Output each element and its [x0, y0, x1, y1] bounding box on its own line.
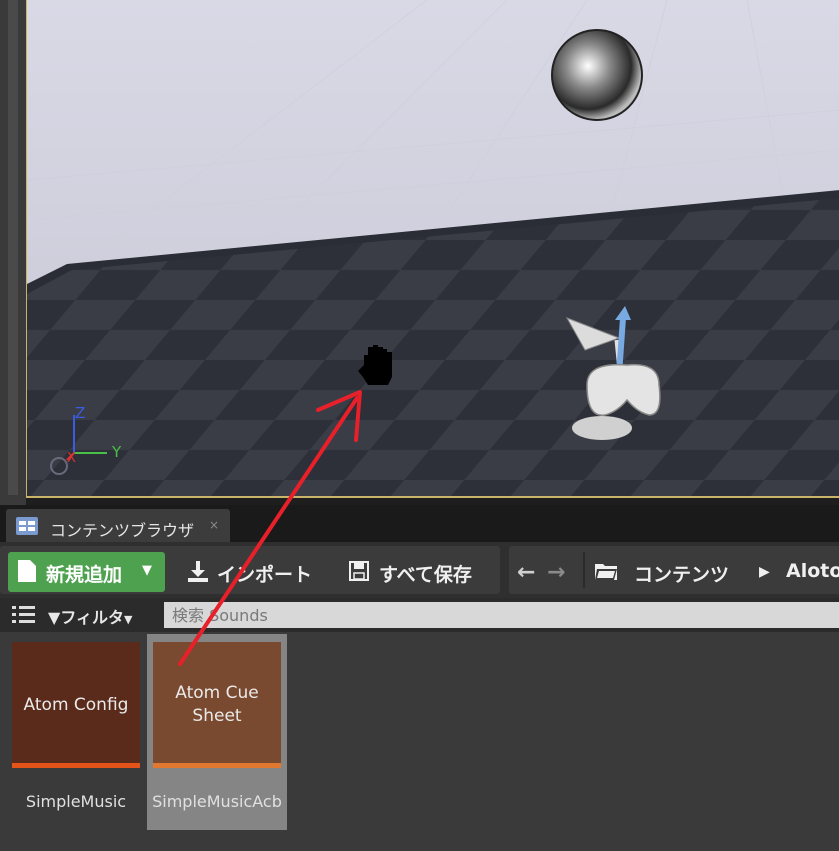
chevron-down-icon: ▼	[142, 563, 152, 578]
asset-view[interactable]: Atom Config SimpleMusic Atom Cue Sheet S…	[0, 632, 839, 851]
save-icon	[349, 561, 369, 581]
viewport-frame[interactable]: Z Y X	[26, 0, 839, 498]
chevron-down-icon: ▼	[124, 613, 133, 626]
back-arrow-icon[interactable]: ←	[517, 560, 535, 585]
save-all-label: すべて保存	[379, 564, 472, 586]
tab-close-icon[interactable]: ×	[209, 518, 219, 532]
folder-open-icon	[595, 564, 617, 580]
asset-tile[interactable]: Atom Cue Sheet SimpleMusicAcb	[147, 634, 287, 830]
svg-text:Z: Z	[75, 404, 85, 422]
sources-panel-toggle-icon[interactable]	[12, 605, 36, 625]
filter-button[interactable]: ▼フィルタ▼	[48, 604, 132, 628]
add-new-label: 新規追加	[46, 564, 123, 586]
breadcrumb-aloto[interactable]: Aloto	[786, 560, 839, 582]
asset-thumbnail: Atom Config	[12, 642, 140, 768]
asset-thumbnail: Atom Cue Sheet	[153, 642, 281, 768]
level-viewport[interactable]: Z Y X	[0, 0, 839, 505]
asset-name: SimpleMusicAcb	[152, 792, 282, 811]
content-browser-toolbar: 新規追加 ▼ インポート すべて保存 ← → コンテンツ ▶ Aloto	[0, 542, 839, 598]
asset-type-bar	[153, 763, 281, 768]
toolbar-divider	[583, 552, 585, 588]
viewport-side-panel	[0, 0, 26, 505]
sphere-reflection-capture[interactable]	[551, 29, 643, 121]
save-all-button[interactable]: すべて保存	[349, 552, 494, 592]
search-input[interactable]	[164, 602, 839, 628]
asset-name: SimpleMusic	[25, 792, 127, 811]
svg-text:Y: Y	[111, 443, 122, 461]
filter-bar: ▼フィルタ▼	[0, 598, 839, 632]
tab-label: コンテンツブラウザ	[50, 521, 195, 540]
content-browser-icon	[16, 517, 38, 535]
breadcrumb-chevron-icon[interactable]: ▶	[759, 564, 770, 580]
filter-label: フィルタ	[60, 608, 124, 627]
forward-arrow-icon[interactable]: →	[547, 560, 565, 585]
viewport-scene: Z Y X	[27, 0, 839, 496]
asset-tile[interactable]: Atom Config SimpleMusic	[6, 634, 146, 830]
new-file-icon	[18, 560, 36, 582]
asset-type-bar	[12, 763, 140, 768]
navigation-group: ← → コンテンツ ▶ Aloto	[509, 546, 839, 594]
import-button[interactable]: インポート	[187, 552, 327, 592]
download-icon	[188, 561, 208, 582]
funnel-icon: ▼	[48, 608, 61, 627]
tab-content-browser[interactable]: コンテンツブラウザ ×	[6, 509, 230, 542]
toolbar-actions-group: 新規追加 ▼ インポート すべて保存	[0, 546, 500, 594]
import-label: インポート	[217, 564, 313, 586]
svg-text:X: X	[67, 451, 76, 466]
tab-bar: コンテンツブラウザ ×	[0, 505, 839, 542]
add-new-button[interactable]: 新規追加 ▼	[8, 552, 165, 592]
breadcrumb-content[interactable]: コンテンツ	[634, 560, 729, 587]
